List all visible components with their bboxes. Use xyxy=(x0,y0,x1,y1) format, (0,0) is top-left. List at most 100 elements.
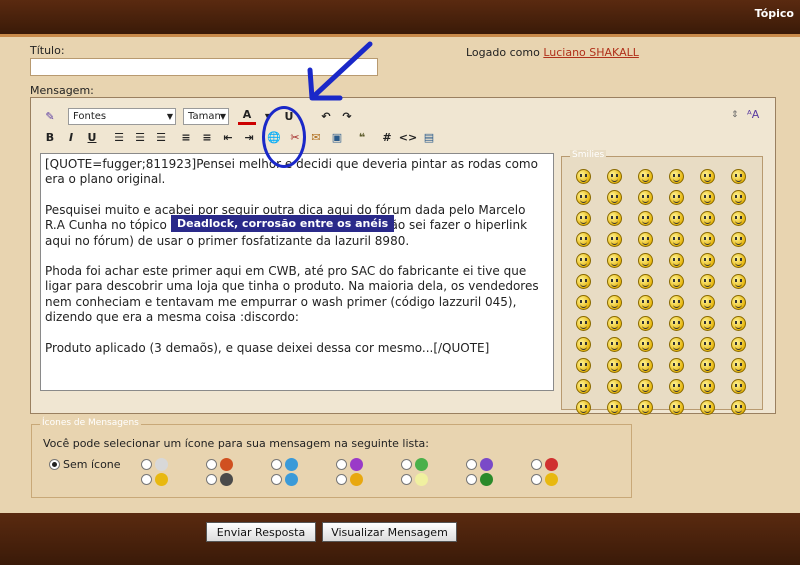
smiley-icon[interactable] xyxy=(731,295,746,310)
smiley-icon[interactable] xyxy=(700,274,715,289)
smiley-icon[interactable] xyxy=(576,316,591,331)
smiley-icon[interactable] xyxy=(731,232,746,247)
smiley-icon[interactable] xyxy=(638,379,653,394)
smiley-icon[interactable] xyxy=(607,190,622,205)
smiley-icon[interactable] xyxy=(607,232,622,247)
smiley-icon[interactable] xyxy=(700,337,715,352)
smiley-icon[interactable] xyxy=(607,211,622,226)
smiley-icon[interactable] xyxy=(638,295,653,310)
ordered-list-icon[interactable]: ≡ xyxy=(177,128,195,146)
smiley-icon[interactable] xyxy=(576,232,591,247)
smiley-icon[interactable] xyxy=(731,337,746,352)
radio-no-icon[interactable] xyxy=(49,459,60,470)
align-right-icon[interactable]: ☰ xyxy=(152,128,170,146)
smiley-icon[interactable] xyxy=(731,190,746,205)
smiley-icon[interactable] xyxy=(669,232,684,247)
smiley-icon[interactable] xyxy=(669,169,684,184)
smiley-icon[interactable] xyxy=(669,400,684,415)
quote-icon[interactable]: ❝ xyxy=(353,128,371,146)
unordered-list-icon[interactable]: ≡ xyxy=(198,128,216,146)
smiley-icon[interactable] xyxy=(700,190,715,205)
smiley-icon[interactable] xyxy=(576,337,591,352)
wysiwyg-toggle-icon[interactable]: ✎ xyxy=(41,107,59,125)
insert-image-icon[interactable]: ▣ xyxy=(328,128,346,146)
size-select[interactable]: Taman ▼ xyxy=(183,107,229,125)
undo-icon[interactable]: ↶ xyxy=(317,107,335,125)
post-icon-radio[interactable] xyxy=(531,459,542,470)
smiley-icon[interactable] xyxy=(576,274,591,289)
smiley-icon[interactable] xyxy=(638,274,653,289)
hash-button[interactable]: # xyxy=(378,128,396,146)
smiley-icon[interactable] xyxy=(700,211,715,226)
smiley-icon[interactable] xyxy=(731,253,746,268)
smiley-icon[interactable] xyxy=(607,169,622,184)
smiley-icon[interactable] xyxy=(700,253,715,268)
align-center-icon[interactable]: ☰ xyxy=(131,128,149,146)
smiley-icon[interactable] xyxy=(576,211,591,226)
smiley-icon[interactable] xyxy=(576,400,591,415)
post-icon-radio[interactable] xyxy=(336,459,347,470)
smiley-icon[interactable] xyxy=(731,169,746,184)
smiley-icon[interactable] xyxy=(669,253,684,268)
smiley-icon[interactable] xyxy=(731,400,746,415)
smiley-icon[interactable] xyxy=(638,316,653,331)
smiley-icon[interactable] xyxy=(638,358,653,373)
smiley-icon[interactable] xyxy=(607,337,622,352)
smiley-icon[interactable] xyxy=(700,400,715,415)
submit-reply-button[interactable]: Enviar Resposta xyxy=(206,522,316,542)
smiley-icon[interactable] xyxy=(607,295,622,310)
underline-button[interactable]: U xyxy=(83,128,101,146)
smiley-icon[interactable] xyxy=(576,190,591,205)
resize-arrows-icon[interactable]: ⇕ xyxy=(731,110,739,120)
smiley-icon[interactable] xyxy=(576,253,591,268)
smiley-icon[interactable] xyxy=(638,169,653,184)
smiley-icon[interactable] xyxy=(731,274,746,289)
smiley-icon[interactable] xyxy=(731,358,746,373)
smiley-icon[interactable] xyxy=(669,379,684,394)
smiley-icon[interactable] xyxy=(576,358,591,373)
bold-button[interactable]: B xyxy=(41,128,59,146)
smiley-icon[interactable] xyxy=(607,316,622,331)
post-icon-radio[interactable] xyxy=(271,474,282,485)
redo-icon[interactable]: ↷ xyxy=(338,107,356,125)
post-icon-radio[interactable] xyxy=(466,459,477,470)
post-icon-radio[interactable] xyxy=(401,474,412,485)
smiley-icon[interactable] xyxy=(669,274,684,289)
smiley-icon[interactable] xyxy=(731,379,746,394)
smiley-icon[interactable] xyxy=(638,400,653,415)
smiley-icon[interactable] xyxy=(638,190,653,205)
smiley-icon[interactable] xyxy=(576,169,591,184)
smiley-icon[interactable] xyxy=(638,232,653,247)
smiley-icon[interactable] xyxy=(700,295,715,310)
smiley-icon[interactable] xyxy=(576,295,591,310)
post-icon-radio[interactable] xyxy=(336,474,347,485)
smiley-icon[interactable] xyxy=(700,316,715,331)
smiley-icon[interactable] xyxy=(669,211,684,226)
php-icon[interactable]: ▤ xyxy=(420,128,438,146)
smiley-icon[interactable] xyxy=(731,211,746,226)
smiley-icon[interactable] xyxy=(731,316,746,331)
post-icon-radio[interactable] xyxy=(206,459,217,470)
italic-button[interactable]: I xyxy=(62,128,80,146)
user-link[interactable]: Luciano SHAKALL xyxy=(543,46,639,59)
post-icon-radio[interactable] xyxy=(271,459,282,470)
post-icon-radio[interactable] xyxy=(401,459,412,470)
preview-message-button[interactable]: Visualizar Mensagem xyxy=(322,522,457,542)
smiley-icon[interactable] xyxy=(669,358,684,373)
smiley-icon[interactable] xyxy=(607,253,622,268)
message-textarea[interactable]: [QUOTE=fugger;811923]Pensei melhor e dec… xyxy=(40,153,554,391)
post-icon-radio[interactable] xyxy=(141,459,152,470)
post-icon-radio[interactable] xyxy=(141,474,152,485)
smiley-icon[interactable] xyxy=(607,274,622,289)
post-icon-radio[interactable] xyxy=(206,474,217,485)
code-button[interactable]: <> xyxy=(399,128,417,146)
smiley-icon[interactable] xyxy=(669,190,684,205)
smiley-icon[interactable] xyxy=(638,253,653,268)
smiley-icon[interactable] xyxy=(669,295,684,310)
smiley-icon[interactable] xyxy=(669,337,684,352)
smiley-icon[interactable] xyxy=(607,358,622,373)
smiley-icon[interactable] xyxy=(607,379,622,394)
post-icon-radio[interactable] xyxy=(531,474,542,485)
smiley-icon[interactable] xyxy=(700,379,715,394)
align-left-icon[interactable]: ☰ xyxy=(110,128,128,146)
